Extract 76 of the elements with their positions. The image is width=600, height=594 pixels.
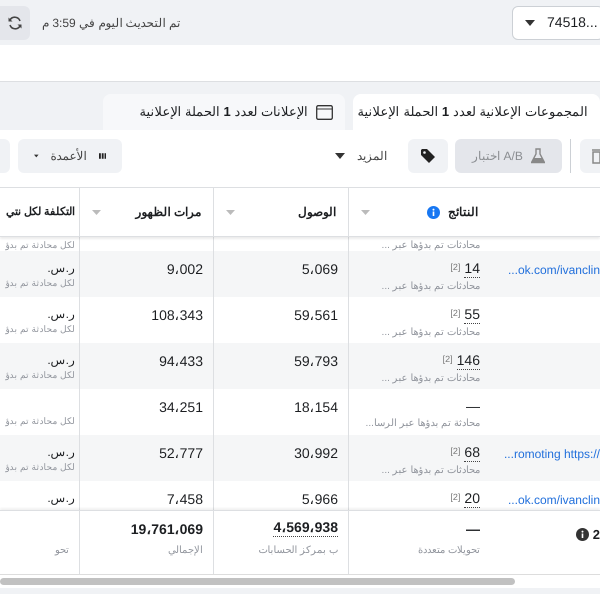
reach-value: 5،966 bbox=[302, 490, 338, 509]
info-icon bbox=[576, 528, 589, 542]
total-value: 4،569،938 bbox=[273, 519, 338, 537]
cost-value: ر.س. bbox=[47, 352, 75, 369]
result-value: 146 bbox=[456, 351, 480, 370]
scrollbar[interactable] bbox=[0, 578, 515, 585]
result-description: محادثة تم بدؤها عبر الرسا... bbox=[366, 417, 480, 431]
flask-icon bbox=[530, 148, 545, 164]
result-value: 68 bbox=[464, 443, 480, 462]
total-description: ب بمركز الحسابات bbox=[258, 544, 338, 558]
cost-description: لكل محادثة تم بدؤ bbox=[5, 277, 75, 290]
cost-description: لكل محادثة تم بدؤ bbox=[5, 240, 75, 251]
reach-value: 5،069 bbox=[302, 260, 338, 279]
footnote-mark: [2] bbox=[450, 445, 460, 458]
caret-icon bbox=[335, 153, 345, 159]
columns-icon bbox=[98, 150, 106, 162]
column-header[interactable]: الوصول bbox=[213, 188, 348, 236]
impressions-value: 94،433 bbox=[159, 352, 203, 371]
impressions-value: 108،343 bbox=[151, 306, 203, 325]
sort-caret-icon[interactable] bbox=[226, 210, 235, 214]
total-count: 2 bbox=[592, 526, 600, 544]
reach-value: 30،992 bbox=[294, 444, 338, 463]
refresh-button[interactable] bbox=[0, 6, 30, 40]
caret-icon bbox=[525, 20, 535, 26]
result-value: — bbox=[466, 397, 480, 415]
ad-name-link[interactable]: ...ok.com/ivanclin bbox=[508, 261, 600, 279]
refresh-icon bbox=[7, 14, 23, 30]
reach-value: 18،154 bbox=[294, 398, 338, 417]
column-header[interactable]: النتائج bbox=[348, 188, 490, 236]
cost-description: لكل محادثة تم بدؤ bbox=[5, 323, 75, 336]
caret-icon bbox=[34, 153, 39, 159]
result-value: 20 bbox=[464, 489, 480, 508]
info-icon bbox=[427, 206, 440, 218]
result-description: محادثات تم بدؤها عبر ... bbox=[382, 326, 480, 340]
tag-button[interactable] bbox=[408, 139, 448, 173]
ad-name-link[interactable]: ...romoting https:// bbox=[504, 445, 600, 463]
result-description: محادثات تم بدؤها عبر ... bbox=[382, 464, 480, 478]
total-value: 19،761،069 bbox=[130, 520, 203, 539]
impressions-value: 52،777 bbox=[159, 444, 203, 463]
cost-description: لكل محادثة تم بدؤ bbox=[5, 369, 75, 382]
ad-icon bbox=[316, 104, 333, 120]
account-dropdown[interactable]: 74518... bbox=[512, 6, 600, 40]
last-updated-text: تم التحديث اليوم في 3:59 م bbox=[42, 14, 180, 32]
total-value: — bbox=[466, 520, 480, 539]
result-value: 55 bbox=[464, 305, 480, 324]
trash-icon bbox=[592, 148, 600, 164]
tag-icon bbox=[420, 148, 436, 164]
ad-name-link[interactable]: ...ok.com/ivanclin bbox=[508, 491, 600, 509]
cost-description: لكل محادثة تم بدؤ bbox=[5, 415, 75, 428]
total-description: الإجمالي bbox=[168, 544, 203, 558]
impressions-value: 7،458 bbox=[166, 490, 203, 509]
footnote-mark: [2] bbox=[442, 353, 453, 366]
column-header[interactable]: مرات الظهور bbox=[79, 188, 213, 236]
result-value: 14 bbox=[464, 259, 480, 278]
footnote-mark: [2] bbox=[450, 491, 460, 504]
result-description: محادثات تم بدؤها عبر ... bbox=[382, 372, 480, 386]
reach-value: 59،793 bbox=[294, 352, 338, 371]
footnote-mark: [2] bbox=[450, 307, 460, 320]
more-dropdown[interactable]: المزيد bbox=[335, 139, 387, 173]
total-description: تحو bbox=[55, 544, 69, 558]
column-header[interactable]: التكلفة لكل نتي bbox=[0, 188, 79, 236]
cost-value: ر.س. bbox=[47, 260, 75, 277]
cost-value: ر.س. bbox=[47, 306, 75, 323]
footnote-mark: [2] bbox=[450, 261, 460, 274]
result-description: محادثات تم بدؤها عبر ... bbox=[382, 280, 480, 294]
cost-value: ر.س. bbox=[47, 490, 75, 507]
cost-value: ر.س. bbox=[47, 444, 75, 461]
columns-button[interactable]: الأعمدة bbox=[18, 139, 122, 173]
sort-caret-icon[interactable] bbox=[92, 210, 101, 214]
total-description: تحويلات متعددة bbox=[418, 544, 480, 558]
sort-caret-icon[interactable] bbox=[361, 210, 370, 214]
result-description: محادثات تم بدؤها عبر ... bbox=[382, 240, 480, 251]
impressions-value: 34،251 bbox=[159, 398, 203, 417]
reach-value: 59،561 bbox=[294, 306, 338, 325]
cost-description: لكل محادثة تم بدؤ bbox=[5, 461, 75, 474]
impressions-value: 9،002 bbox=[166, 260, 203, 279]
